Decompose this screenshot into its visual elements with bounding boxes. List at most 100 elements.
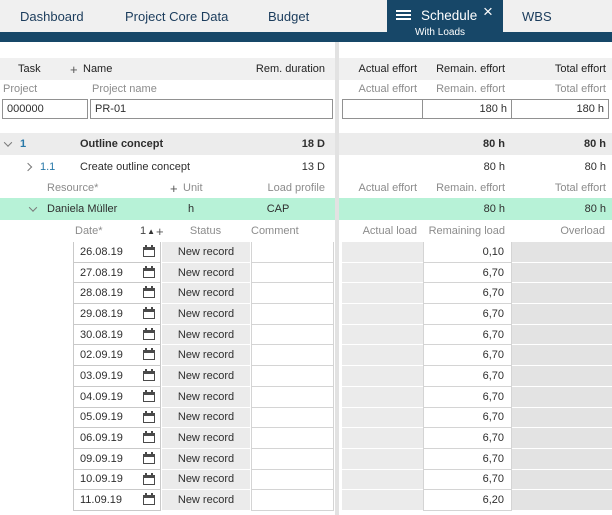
calendar-picker-button[interactable] bbox=[142, 245, 156, 258]
calendar-picker-button[interactable] bbox=[142, 473, 156, 486]
col-actual-load-label: Actual load bbox=[342, 220, 423, 242]
tab-budget[interactable]: Budget bbox=[268, 0, 309, 32]
remaining-load-cell[interactable]: 6,70 bbox=[423, 408, 512, 429]
remaining-load-cell[interactable]: 6,20 bbox=[423, 490, 512, 511]
actual-load-cell bbox=[342, 428, 423, 449]
date-cell[interactable]: 05.09.19 bbox=[73, 408, 161, 429]
project-total-effort-input[interactable]: 180 h bbox=[511, 99, 609, 119]
comment-cell[interactable] bbox=[251, 263, 334, 284]
col-actual-effort-label: Actual effort bbox=[342, 178, 423, 198]
project-id-input[interactable]: 000000 bbox=[2, 99, 88, 119]
date-value: 26.08.19 bbox=[80, 246, 123, 258]
remaining-load-cell[interactable]: 6,70 bbox=[423, 449, 512, 470]
calendar-picker-button[interactable] bbox=[142, 369, 156, 382]
comment-cell[interactable] bbox=[251, 387, 334, 408]
remaining-load-cell[interactable]: 6,70 bbox=[423, 345, 512, 366]
calendar-picker-button[interactable] bbox=[142, 328, 156, 341]
calendar-picker-button[interactable] bbox=[142, 452, 156, 465]
col-remain-effort-label: Remain. effort bbox=[423, 178, 512, 198]
date-cell[interactable]: 26.08.19 bbox=[73, 242, 161, 263]
menu-icon[interactable] bbox=[396, 10, 411, 21]
comment-cell[interactable] bbox=[251, 304, 334, 325]
remaining-load-cell[interactable]: 0,10 bbox=[423, 242, 512, 263]
date-cell[interactable]: 28.08.19 bbox=[73, 283, 161, 304]
overload-cell bbox=[512, 470, 612, 491]
remaining-load-cell[interactable]: 6,70 bbox=[423, 366, 512, 387]
tab-wbs[interactable]: WBS bbox=[522, 0, 552, 32]
calendar-picker-button[interactable] bbox=[142, 411, 156, 424]
comment-cell[interactable] bbox=[251, 283, 334, 304]
calendar-icon bbox=[143, 247, 155, 257]
schedule-with-loads-screen: Dashboard Project Core Data Budget WBS S… bbox=[0, 0, 612, 515]
col-rem-duration-label: Rem. duration bbox=[202, 58, 334, 80]
expand-toggle[interactable] bbox=[5, 133, 17, 155]
calendar-picker-button[interactable] bbox=[142, 390, 156, 403]
remaining-load-cell[interactable]: 6,70 bbox=[423, 470, 512, 491]
date-cell[interactable]: 09.09.19 bbox=[73, 449, 161, 470]
project-remain-effort-input[interactable]: 180 h bbox=[422, 99, 512, 119]
comment-cell[interactable] bbox=[251, 449, 334, 470]
calendar-picker-button[interactable] bbox=[142, 286, 156, 299]
calendar-picker-button[interactable] bbox=[142, 348, 156, 361]
project-row: 000000 PR-01 180 h 180 h bbox=[0, 97, 612, 121]
expand-toggle[interactable] bbox=[30, 198, 42, 220]
project-actual-effort-input[interactable] bbox=[342, 99, 424, 119]
calendar-icon bbox=[143, 392, 155, 402]
remaining-load-cell[interactable]: 6,70 bbox=[423, 304, 512, 325]
calendar-picker-button[interactable] bbox=[142, 493, 156, 506]
tab-dashboard[interactable]: Dashboard bbox=[20, 0, 84, 32]
date-cell[interactable]: 06.09.19 bbox=[73, 428, 161, 449]
load-table-row: 26.08.19 New record 0,10 bbox=[0, 242, 612, 263]
date-cell[interactable]: 11.09.19 bbox=[73, 490, 161, 511]
task-table-header: Task + Name Rem. duration Actual effort … bbox=[0, 58, 612, 80]
comment-cell[interactable] bbox=[251, 366, 334, 387]
remaining-load-cell[interactable]: 6,70 bbox=[423, 263, 512, 284]
date-cell[interactable]: 03.09.19 bbox=[73, 366, 161, 387]
tab-project-core-data[interactable]: Project Core Data bbox=[125, 0, 228, 32]
col-load-profile-label: Load profile bbox=[202, 178, 334, 198]
comment-cell[interactable] bbox=[251, 408, 334, 429]
remaining-load-cell[interactable]: 6,70 bbox=[423, 325, 512, 346]
expand-toggle[interactable] bbox=[25, 155, 37, 178]
task-number-link[interactable]: 1 bbox=[20, 133, 26, 155]
comment-cell[interactable] bbox=[251, 490, 334, 511]
actual-load-cell bbox=[342, 449, 423, 470]
resource-name[interactable]: Daniela Müller bbox=[47, 198, 117, 220]
remaining-load-cell[interactable]: 6,70 bbox=[423, 387, 512, 408]
col-date-label: Date* bbox=[75, 220, 103, 242]
task-name[interactable]: Create outline concept bbox=[80, 155, 190, 178]
actual-load-cell bbox=[342, 242, 423, 263]
close-icon[interactable]: × bbox=[480, 2, 496, 22]
calendar-picker-button[interactable] bbox=[142, 307, 156, 320]
date-cell[interactable]: 04.09.19 bbox=[73, 387, 161, 408]
project-name-input[interactable]: PR-01 bbox=[90, 99, 333, 119]
pane-splitter[interactable] bbox=[335, 42, 339, 515]
add-column-button[interactable]: + bbox=[70, 58, 82, 80]
remaining-load-cell[interactable]: 6,70 bbox=[423, 428, 512, 449]
load-table-row: 30.08.19 New record 6,70 bbox=[0, 325, 612, 346]
tab-schedule-active[interactable]: Schedule × With Loads bbox=[387, 0, 503, 42]
task-name[interactable]: Outline concept bbox=[80, 133, 163, 155]
col-overload-label: Overload bbox=[512, 220, 610, 242]
comment-cell[interactable] bbox=[251, 470, 334, 491]
date-cell[interactable]: 30.08.19 bbox=[73, 325, 161, 346]
comment-cell[interactable] bbox=[251, 428, 334, 449]
date-cell[interactable]: 29.08.19 bbox=[73, 304, 161, 325]
comment-cell[interactable] bbox=[251, 242, 334, 263]
calendar-picker-button[interactable] bbox=[142, 266, 156, 279]
date-cell[interactable]: 10.09.19 bbox=[73, 470, 161, 491]
comment-cell[interactable] bbox=[251, 325, 334, 346]
overload-cell bbox=[512, 428, 612, 449]
remaining-load-cell[interactable]: 6,70 bbox=[423, 283, 512, 304]
col-comment-label: Comment bbox=[251, 220, 299, 242]
add-column-button[interactable]: + bbox=[170, 178, 182, 198]
date-cell[interactable]: 27.08.19 bbox=[73, 263, 161, 284]
overload-cell bbox=[512, 408, 612, 429]
resource-row-selected[interactable]: Daniela Müller h CAP 80 h 80 h bbox=[0, 198, 612, 220]
date-value: 09.09.19 bbox=[80, 453, 123, 465]
comment-cell[interactable] bbox=[251, 345, 334, 366]
calendar-picker-button[interactable] bbox=[142, 431, 156, 444]
tab-schedule-label: Schedule bbox=[421, 8, 477, 23]
task-number-link[interactable]: 1.1 bbox=[40, 155, 55, 178]
date-cell[interactable]: 02.09.19 bbox=[73, 345, 161, 366]
